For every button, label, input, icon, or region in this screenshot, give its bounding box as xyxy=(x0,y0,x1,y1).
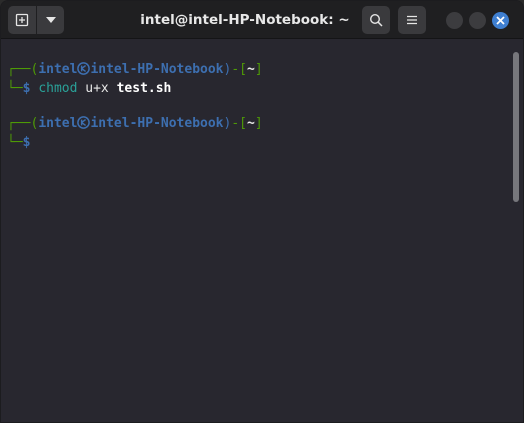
new-tab-icon xyxy=(15,13,29,27)
prompt-cwd: ~ xyxy=(247,62,255,77)
command-name: chmod xyxy=(38,81,78,96)
prompt-close-bracket: ] xyxy=(254,116,263,131)
menu-button[interactable] xyxy=(398,6,426,34)
header-bar: intel@intel-HP-Notebook: ~ xyxy=(1,1,523,39)
new-tab-button[interactable] xyxy=(8,6,36,34)
prompt-dash: -[ xyxy=(231,62,247,77)
prompt-frame-bottom: └─ xyxy=(7,81,23,96)
chevron-down-icon xyxy=(45,17,56,23)
minimize-button[interactable] xyxy=(446,12,463,29)
prompt-line-1: ┌──(intel intel-HP-Notebook)-[~] xyxy=(7,61,263,79)
prompt-line-2: ┌──(intel intel-HP-Notebook)-[~] xyxy=(7,115,263,133)
command-line-1: └─$ chmod u+x test.sh xyxy=(7,80,171,98)
prompt-host: intel-HP-Notebook xyxy=(90,116,224,131)
close-button[interactable] xyxy=(492,12,509,29)
kali-skull-icon xyxy=(77,62,91,75)
terminal-window: intel@intel-HP-Notebook: ~ ┌──(intel int… xyxy=(0,0,524,423)
window-title: intel@intel-HP-Notebook: ~ xyxy=(140,12,350,28)
command-line-2[interactable]: └─$ xyxy=(7,134,30,152)
prompt-dash: -[ xyxy=(231,116,247,131)
terminal-scrollbar[interactable] xyxy=(513,52,519,202)
prompt-frame-bottom: └─ xyxy=(7,135,23,150)
search-icon xyxy=(369,13,383,27)
prompt-user: intel xyxy=(38,116,78,131)
prompt-cwd: ~ xyxy=(247,116,255,131)
maximize-button[interactable] xyxy=(469,12,486,29)
kali-skull-icon xyxy=(77,116,91,129)
search-button[interactable] xyxy=(362,6,390,34)
tab-options-dropdown[interactable] xyxy=(37,6,64,34)
prompt-frame-top: ┌──( xyxy=(7,116,39,131)
prompt-user: intel xyxy=(38,62,78,77)
terminal-output[interactable]: ┌──(intel intel-HP-Notebook)-[~] └─$ chmo… xyxy=(1,40,523,422)
prompt-frame-top: ┌──( xyxy=(7,62,39,77)
prompt-dollar: $ xyxy=(22,135,31,150)
hamburger-menu-icon xyxy=(407,15,417,25)
prompt-close-bracket: ] xyxy=(254,62,263,77)
command-args: u+x xyxy=(77,81,117,96)
command-file-arg: test.sh xyxy=(116,81,172,96)
close-icon xyxy=(496,16,505,25)
prompt-host: intel-HP-Notebook xyxy=(90,62,224,77)
